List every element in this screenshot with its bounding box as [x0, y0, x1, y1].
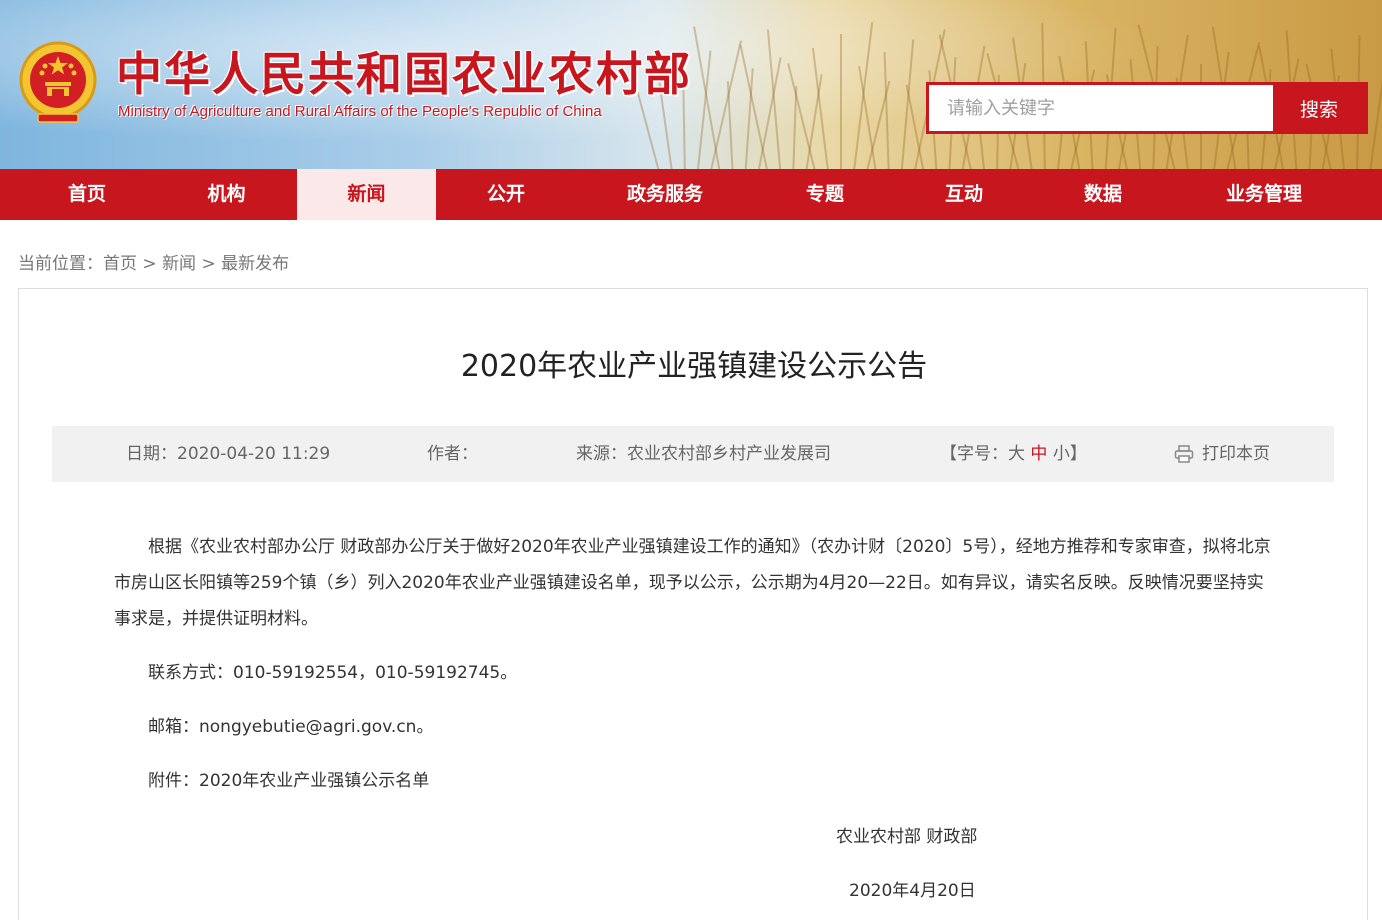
font-size-medium[interactable]: 中 — [1030, 444, 1047, 464]
article-date: 日期：2020-04-20 11:29 — [126, 444, 331, 464]
nav-item-home[interactable]: 首页 — [0, 169, 174, 220]
nav-item-data[interactable]: 数据 — [1032, 169, 1174, 220]
article-author: 作者： — [427, 444, 478, 464]
article-panel: 2020年农业产业强镇建设公示公告 日期：2020-04-20 11:29 作者… — [18, 288, 1368, 920]
site-title: 中华人民共和国农业农村部 — [116, 47, 692, 101]
article-attachment-link[interactable]: 附件：2020年农业产业强镇公示名单 — [114, 763, 1279, 799]
wheat-stalk — [840, 34, 842, 169]
article-body: 根据《农业农村部办公厅 财政部办公厅关于做好2020年农业产业强镇建设工作的通知… — [114, 529, 1279, 817]
nav-item-public[interactable]: 公开 — [436, 169, 576, 220]
printer-icon — [1174, 445, 1194, 463]
search-input[interactable] — [929, 85, 1273, 131]
nav-item-business-management[interactable]: 业务管理 — [1174, 169, 1354, 220]
article-email: 邮箱：nongyebutie@agri.gov.cn。 — [148, 717, 434, 737]
nav-item-topics[interactable]: 专题 — [754, 169, 896, 220]
breadcrumb-separator: > — [142, 254, 157, 274]
font-size-prefix: 【字号： — [940, 444, 1008, 464]
article-contact: 联系方式：010-59192554，010-59192745。 — [148, 663, 518, 683]
font-size-control: 【字号：大 中 小】 — [940, 426, 1087, 482]
font-size-large[interactable]: 大 — [1008, 444, 1025, 464]
article-signoff-org: 农业农村部 财政部 — [836, 827, 978, 847]
font-size-small[interactable]: 小 — [1053, 444, 1070, 464]
breadcrumb-separator: > — [201, 254, 216, 274]
article-meta-bar: 日期：2020-04-20 11:29 作者： 来源：农业农村部乡村产业发展司 … — [52, 426, 1334, 482]
print-button[interactable]: 打印本页 — [1174, 426, 1270, 482]
article-title: 2020年农业产业强镇建设公示公告 — [460, 349, 928, 384]
breadcrumb-latest[interactable]: 最新发布 — [221, 254, 289, 274]
nav-item-government-services[interactable]: 政务服务 — [576, 169, 754, 220]
breadcrumb-news[interactable]: 新闻 — [162, 254, 196, 274]
article-paragraph: 根据《农业农村部办公厅 财政部办公厅关于做好2020年农业产业强镇建设工作的通知… — [114, 537, 1271, 629]
nav-item-interaction[interactable]: 互动 — [896, 169, 1032, 220]
breadcrumb: 当前位置：首页 > 新闻 > 最新发布 — [18, 249, 289, 274]
site-subtitle: Ministry of Agriculture and Rural Affair… — [118, 103, 602, 120]
font-size-suffix: 】 — [1069, 444, 1087, 464]
national-emblem-icon — [19, 41, 97, 123]
breadcrumb-home[interactable]: 首页 — [103, 254, 137, 274]
search-box: 搜索 — [926, 82, 1368, 134]
nav-item-news[interactable]: 新闻 — [297, 169, 436, 220]
article-signoff-date: 2020年4月20日 — [849, 881, 976, 901]
nav-item-organization[interactable]: 机构 — [174, 169, 279, 220]
article-source: 来源：农业农村部乡村产业发展司 — [576, 444, 831, 464]
main-nav: 首页 机构 新闻 公开 政务服务 专题 互动 数据 业务管理 — [0, 169, 1382, 220]
breadcrumb-prefix: 当前位置： — [18, 254, 103, 274]
print-label: 打印本页 — [1202, 444, 1270, 464]
search-button[interactable]: 搜索 — [1273, 85, 1365, 131]
site-header: 中华人民共和国农业农村部 Ministry of Agriculture and… — [0, 0, 1382, 169]
